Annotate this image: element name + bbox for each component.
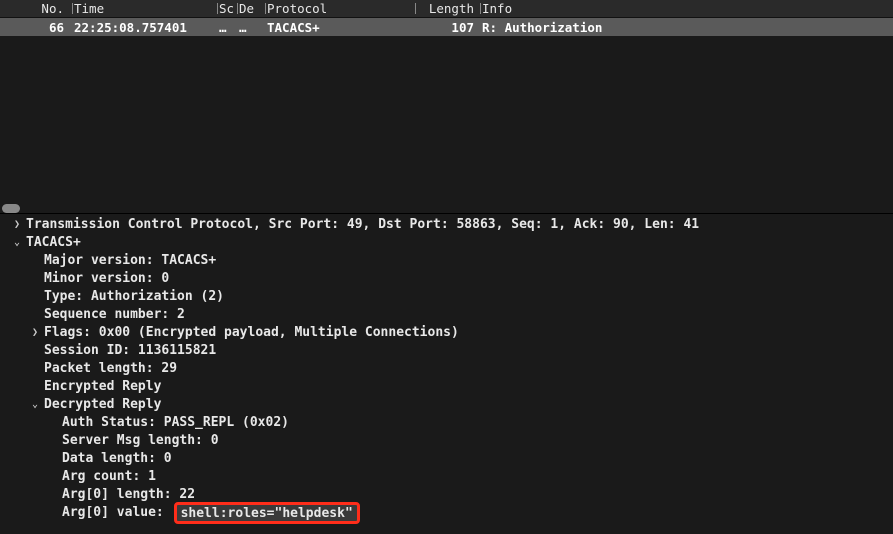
tree-label: Decrypted Reply bbox=[44, 396, 161, 414]
cell-proto: TACACS+ bbox=[265, 20, 415, 35]
tree-label: TACACS+ bbox=[26, 234, 81, 252]
tree-tcp[interactable]: ❯ Transmission Control Protocol, Src Por… bbox=[10, 216, 893, 234]
tree-arg0-len[interactable]: Arg[0] length: 22 bbox=[10, 486, 893, 504]
tree-tacacs[interactable]: ⌄ TACACS+ bbox=[10, 234, 893, 252]
cell-no: 66 bbox=[0, 20, 72, 35]
tree-flags[interactable]: ❯ Flags: 0x00 (Encrypted payload, Multip… bbox=[10, 324, 893, 342]
col-header-dst[interactable]: De bbox=[237, 1, 265, 16]
tree-label: Packet length: 29 bbox=[44, 360, 177, 378]
tree-minor-version[interactable]: Minor version: 0 bbox=[10, 270, 893, 288]
tree-packet-len[interactable]: Packet length: 29 bbox=[10, 360, 893, 378]
horizontal-scroll-thumb[interactable] bbox=[2, 204, 20, 213]
tree-arg0-val[interactable]: Arg[0] value: shell:roles="helpdesk" bbox=[10, 504, 893, 522]
packet-list-pane: No. Time Sc De Protocol Length Info 66 2… bbox=[0, 0, 893, 213]
packet-list-header: No. Time Sc De Protocol Length Info bbox=[0, 0, 893, 18]
tree-label: Type: Authorization (2) bbox=[44, 288, 224, 306]
tree-label: Arg count: 1 bbox=[62, 468, 156, 486]
chevron-right-icon[interactable]: ❯ bbox=[28, 324, 42, 342]
tree-label: Transmission Control Protocol, Src Port:… bbox=[26, 216, 699, 234]
tree-type[interactable]: Type: Authorization (2) bbox=[10, 288, 893, 306]
col-header-len[interactable]: Length bbox=[415, 1, 480, 16]
col-header-proto[interactable]: Protocol bbox=[265, 1, 415, 16]
tree-label: Data length: 0 bbox=[62, 450, 172, 468]
tree-major-version[interactable]: Major version: TACACS+ bbox=[10, 252, 893, 270]
tree-label: Major version: TACACS+ bbox=[44, 252, 216, 270]
tree-label: Arg[0] length: 22 bbox=[62, 486, 195, 504]
tree-auth-status[interactable]: Auth Status: PASS_REPL (0x02) bbox=[10, 414, 893, 432]
tree-label: Flags: 0x00 (Encrypted payload, Multiple… bbox=[44, 324, 459, 342]
tree-label-prefix: Arg[0] value: bbox=[62, 504, 172, 522]
tree-label: Minor version: 0 bbox=[44, 270, 169, 288]
chevron-down-icon[interactable]: ⌄ bbox=[10, 234, 24, 252]
tree-label: Auth Status: PASS_REPL (0x02) bbox=[62, 414, 289, 432]
chevron-down-icon[interactable]: ⌄ bbox=[28, 396, 42, 414]
tree-label: Server Msg length: 0 bbox=[62, 432, 219, 450]
col-header-no[interactable]: No. bbox=[0, 1, 72, 16]
col-header-src[interactable]: Sc bbox=[217, 1, 237, 16]
packet-details-pane: ❯ Transmission Control Protocol, Src Por… bbox=[0, 214, 893, 524]
tree-enc-reply[interactable]: Encrypted Reply bbox=[10, 378, 893, 396]
tree-seq-num[interactable]: Sequence number: 2 bbox=[10, 306, 893, 324]
tree-label: Sequence number: 2 bbox=[44, 306, 185, 324]
cell-info: R: Authorization bbox=[480, 20, 893, 35]
highlighted-value: shell:roles="helpdesk" bbox=[174, 502, 360, 524]
cell-dst: … bbox=[237, 20, 265, 35]
cell-len: 107 bbox=[415, 20, 480, 35]
tree-label: Session ID: 1136115821 bbox=[44, 342, 216, 360]
tree-srv-msg-len[interactable]: Server Msg length: 0 bbox=[10, 432, 893, 450]
tree-dec-reply[interactable]: ⌄ Decrypted Reply bbox=[10, 396, 893, 414]
chevron-right-icon[interactable]: ❯ bbox=[10, 216, 24, 234]
col-header-info[interactable]: Info bbox=[480, 1, 893, 16]
tree-arg-count[interactable]: Arg count: 1 bbox=[10, 468, 893, 486]
tree-data-len[interactable]: Data length: 0 bbox=[10, 450, 893, 468]
col-header-time[interactable]: Time bbox=[72, 1, 217, 16]
tree-session-id[interactable]: Session ID: 1136115821 bbox=[10, 342, 893, 360]
cell-time: 22:25:08.757401 bbox=[72, 20, 217, 35]
cell-src: … bbox=[217, 20, 237, 35]
packet-row[interactable]: 66 22:25:08.757401 … … TACACS+ 107 R: Au… bbox=[0, 18, 893, 36]
tree-label: Encrypted Reply bbox=[44, 378, 161, 396]
